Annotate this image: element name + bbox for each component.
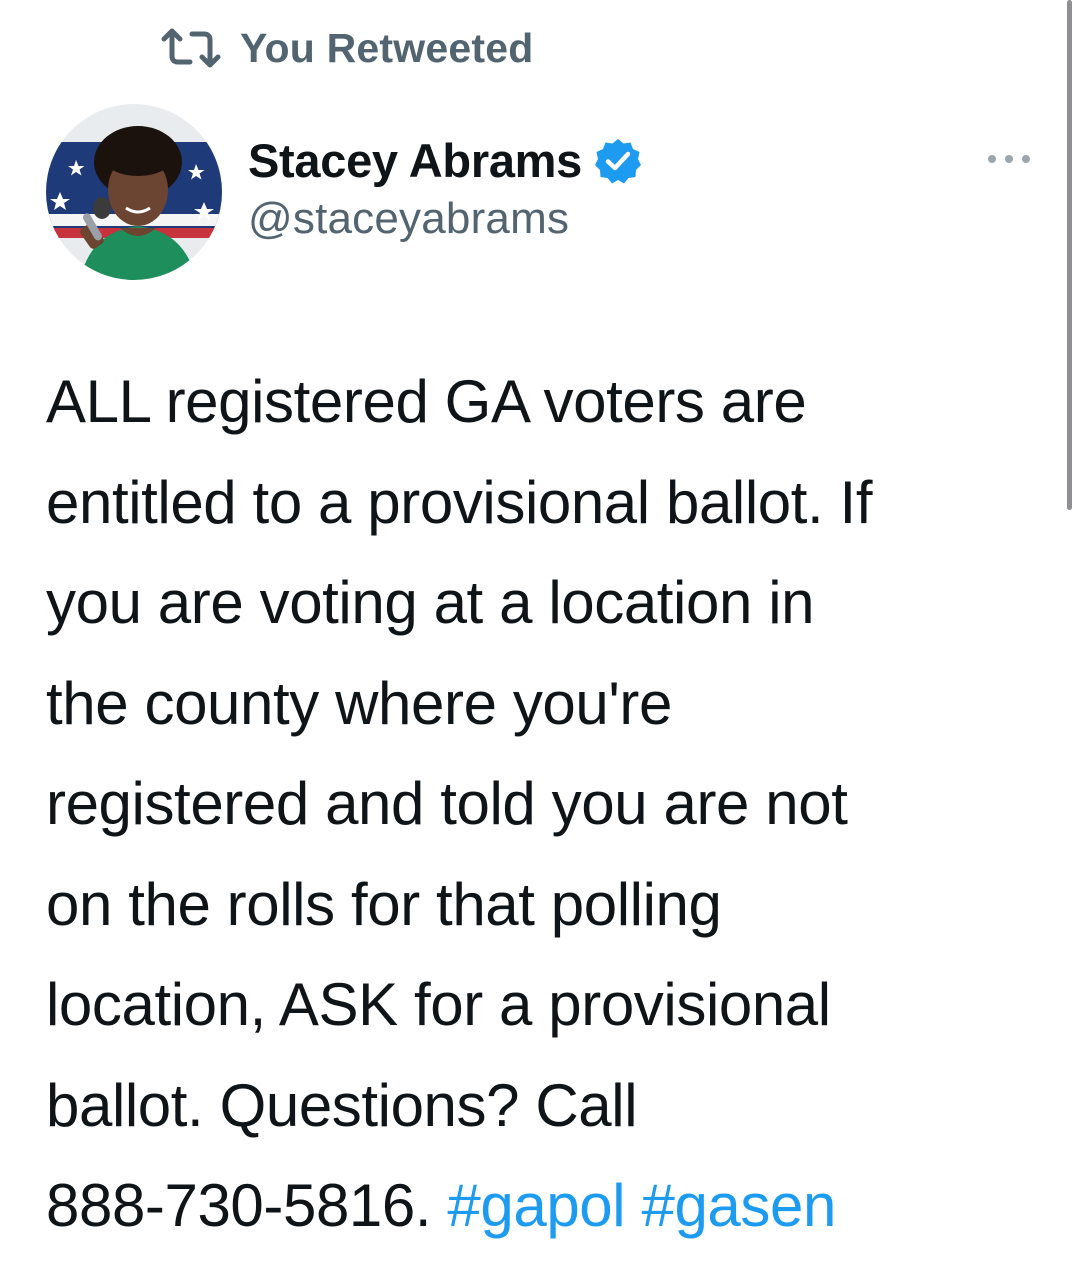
retweet-icon	[161, 28, 221, 68]
tweet-text-line: registered and told you are not	[46, 770, 848, 837]
social-context: You Retweeted	[160, 22, 533, 74]
tweet-text-line: entitled to a provisional ballot. If	[46, 468, 873, 536]
more-horizontal-icon	[1005, 155, 1013, 163]
name-row: Stacey Abrams	[248, 132, 642, 188]
more-horizontal-icon	[988, 155, 996, 163]
tweet-text-line: on the rolls for that polling	[46, 870, 722, 938]
author-display-name[interactable]: Stacey Abrams	[248, 133, 582, 188]
scrollbar[interactable]	[1067, 0, 1072, 510]
more-options-button[interactable]	[984, 142, 1034, 176]
social-context-label: You Retweeted	[240, 24, 534, 71]
tweet-text: ALL registered GA voters are entitled to…	[46, 352, 1046, 1257]
tweet-text-line: you are voting at a location in	[46, 569, 815, 636]
tweet-text-line: ballot. Questions? Call	[46, 1071, 638, 1139]
verified-badge-icon	[594, 139, 641, 184]
author-block: Stacey Abrams @staceyabrams	[248, 132, 642, 244]
tweet-text-line: location, ASK for a provisional	[46, 971, 831, 1038]
tweet-text-line: the county where you're	[46, 669, 672, 737]
hashtag-link[interactable]: #gasen	[641, 1172, 836, 1239]
tweet-text-line: ALL registered GA voters are	[46, 368, 807, 435]
avatar-image	[46, 104, 222, 280]
hashtag-link[interactable]: #gapol	[447, 1172, 625, 1239]
more-horizontal-icon	[1022, 155, 1030, 163]
phone-number-text: 888-730-5816.	[46, 1172, 432, 1239]
author-handle[interactable]: @staceyabrams	[248, 194, 642, 244]
tweet-text-last-line: 888-730-5816. #gapol #gasen	[46, 1156, 1046, 1257]
avatar[interactable]	[46, 104, 222, 280]
